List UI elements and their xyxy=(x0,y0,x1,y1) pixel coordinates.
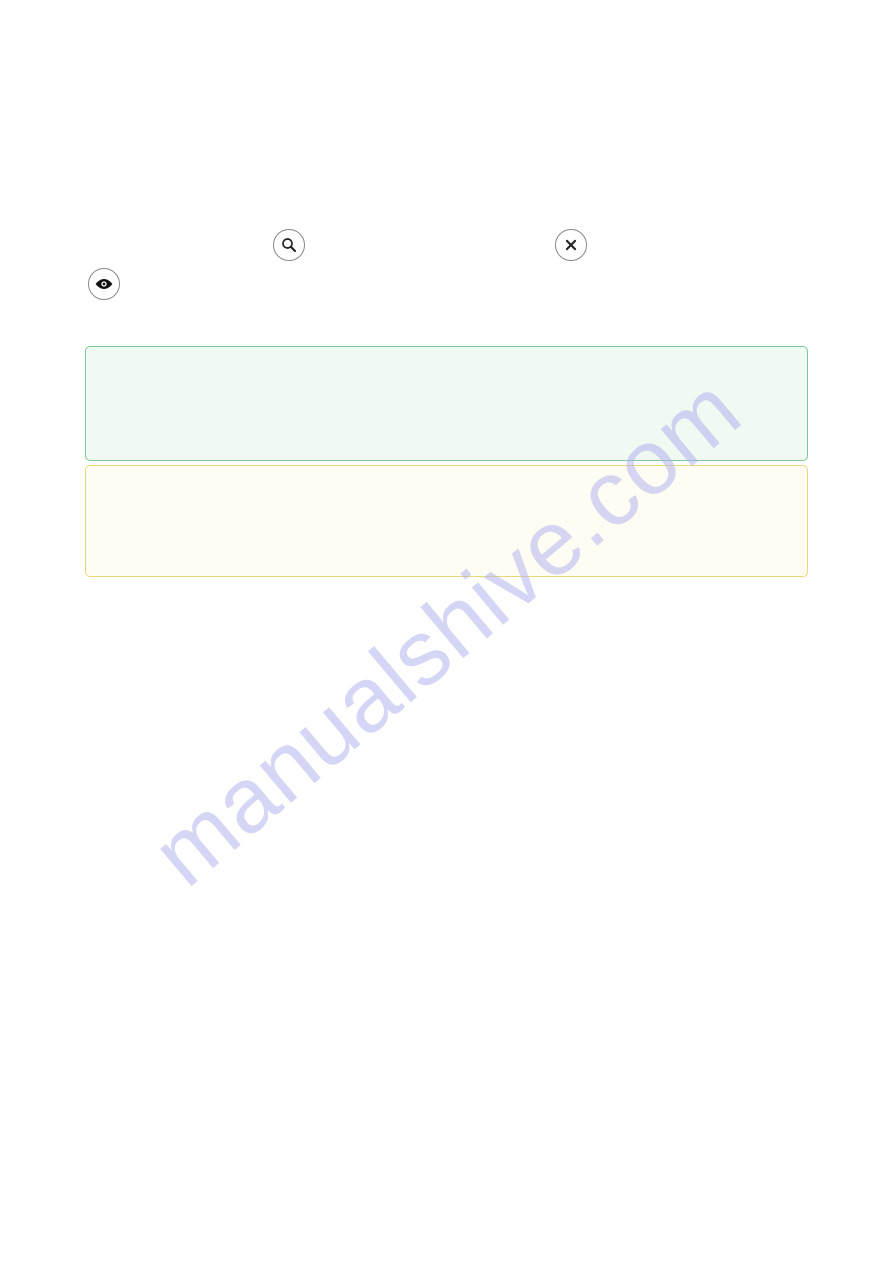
close-icon xyxy=(564,238,578,252)
view-button[interactable] xyxy=(88,268,120,300)
close-button[interactable] xyxy=(555,229,587,261)
success-panel xyxy=(85,346,808,461)
warning-panel xyxy=(85,465,808,577)
search-button[interactable] xyxy=(273,229,305,261)
eye-icon xyxy=(94,277,114,291)
search-icon xyxy=(280,236,298,254)
